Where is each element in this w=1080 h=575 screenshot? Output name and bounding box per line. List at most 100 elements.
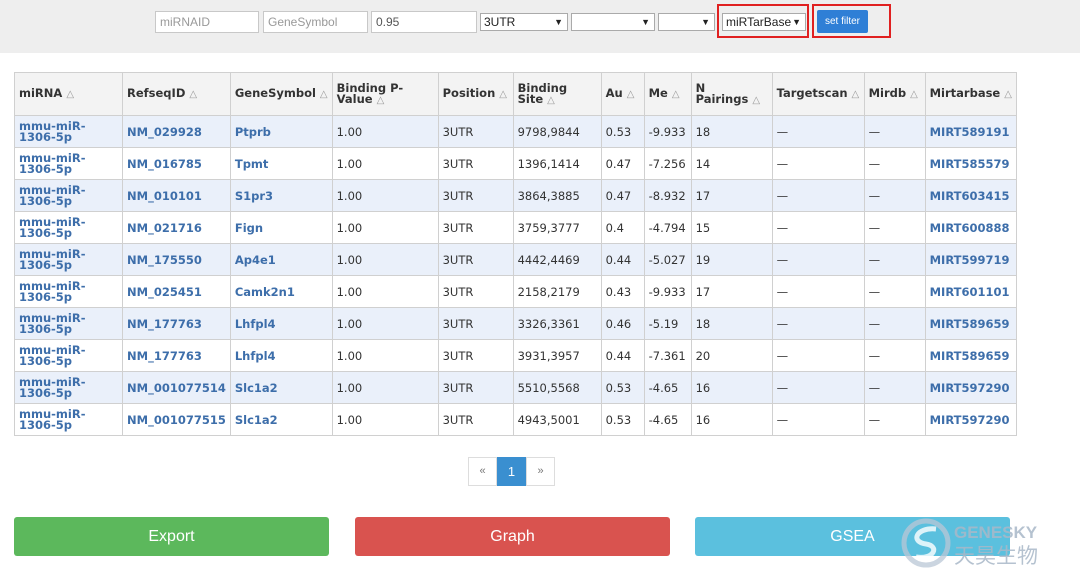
refseq-id-link[interactable]: NM_175550 [127, 253, 202, 267]
sort-icon[interactable]: △ [672, 89, 680, 100]
mirna-link[interactable]: mmu-miR-1306-5p [19, 152, 118, 175]
column-header[interactable]: Binding Site △ [512, 72, 602, 116]
mirtarbase-link[interactable]: MIRT599719 [930, 253, 1010, 267]
refseq-id-link[interactable]: NM_177763 [127, 317, 202, 331]
n-pairings-value: 20 [695, 348, 711, 363]
cell-binding-site: 3326,3361 [512, 307, 602, 340]
cell-binding-pvalue: 1.00 [331, 371, 439, 404]
mirna-link[interactable]: mmu-miR-1306-5p [19, 408, 118, 431]
gene-symbol-link[interactable]: Slc1a2 [235, 381, 278, 395]
pvalue-input[interactable]: 0.95 [371, 11, 477, 33]
sort-icon[interactable]: △ [627, 89, 635, 100]
sort-icon[interactable]: △ [66, 89, 74, 100]
cell-me: -5.19 [643, 307, 692, 340]
me-value: -8.932 [648, 188, 686, 203]
cell-targetscan: — [771, 115, 865, 148]
mirtarbase-link[interactable]: MIRT603415 [930, 189, 1010, 203]
column-header[interactable]: Position △ [437, 72, 514, 116]
column-header[interactable]: Mirtarbase △ [924, 72, 1017, 116]
sort-icon[interactable]: △ [499, 89, 507, 100]
refseq-id-link[interactable]: NM_025451 [127, 285, 202, 299]
cell-au: 0.44 [600, 243, 645, 276]
refseq-id-link[interactable]: NM_010101 [127, 189, 202, 203]
mirna-id-input[interactable]: miRNAID [155, 11, 259, 33]
mirtarbase-link[interactable]: MIRT600888 [930, 221, 1010, 235]
column-header[interactable]: Binding P-Value △ [331, 72, 439, 116]
highlight-box-database [717, 4, 809, 38]
filter-select-3[interactable]: ▼ [658, 13, 715, 31]
cell-n-pairings: 19 [690, 243, 773, 276]
cell-binding-pvalue: 1.00 [331, 147, 439, 180]
refseq-id-link[interactable]: NM_001077514 [127, 381, 226, 395]
cell-position: 3UTR [437, 211, 514, 244]
mirtarbase-link[interactable]: MIRT597290 [930, 413, 1010, 427]
mirna-link[interactable]: mmu-miR-1306-5p [19, 120, 118, 143]
gene-symbol-link[interactable]: Slc1a2 [235, 413, 278, 427]
cell-me: -7.256 [643, 147, 692, 180]
gene-symbol-link[interactable]: Ptprb [235, 125, 271, 139]
cell-mirdb: — [863, 307, 926, 340]
column-header[interactable]: GeneSymbol △ [229, 72, 333, 116]
mirtarbase-link[interactable]: MIRT601101 [930, 285, 1010, 299]
column-header[interactable]: N Pairings △ [690, 72, 773, 116]
n-pairings-value: 15 [695, 220, 711, 235]
mirtarbase-link[interactable]: MIRT589659 [930, 317, 1010, 331]
mirtarbase-link[interactable]: MIRT589191 [930, 125, 1010, 139]
refseq-id-link[interactable]: NM_016785 [127, 157, 202, 171]
gene-symbol-link[interactable]: Camk2n1 [235, 285, 295, 299]
mirtarbase-link[interactable]: MIRT597290 [930, 381, 1010, 395]
filter-select-2[interactable]: ▼ [571, 13, 655, 31]
export-button[interactable]: Export [14, 517, 329, 556]
mirtarbase-link[interactable]: MIRT585579 [930, 157, 1010, 171]
binding-pvalue-value: 1.00 [336, 124, 363, 139]
refseq-id-link[interactable]: NM_177763 [127, 349, 202, 363]
gene-symbol-input[interactable]: GeneSymbol [263, 11, 368, 33]
mirna-link[interactable]: mmu-miR-1306-5p [19, 344, 118, 367]
column-header[interactable]: Me △ [643, 72, 692, 116]
sort-icon[interactable]: △ [320, 89, 328, 100]
gene-symbol-link[interactable]: S1pr3 [235, 189, 273, 203]
sort-icon[interactable]: △ [377, 95, 385, 106]
mirna-link[interactable]: mmu-miR-1306-5p [19, 248, 118, 271]
mirna-link[interactable]: mmu-miR-1306-5p [19, 280, 118, 303]
table-body: mmu-miR-1306-5p NM_029928 Ptprb 1.00 3UTR 979… [14, 115, 1017, 436]
mirna-link[interactable]: mmu-miR-1306-5p [19, 216, 118, 239]
cell-mirna: mmu-miR-1306-5p [14, 339, 123, 372]
mirna-link[interactable]: mmu-miR-1306-5p [19, 312, 118, 335]
filter-bar: miRNAID GeneSymbol 0.95 3UTR ▼ ▼ ▼ miRTar… [0, 0, 1080, 53]
mirdb-value: — [868, 284, 881, 299]
targetscan-value: — [776, 252, 789, 267]
sort-icon[interactable]: △ [852, 89, 860, 100]
cell-mirtarbase: MIRT597290 [924, 371, 1017, 404]
gene-symbol-link[interactable]: Lhfpl4 [235, 317, 276, 331]
page-next-button[interactable]: » [526, 457, 555, 486]
mirna-link[interactable]: mmu-miR-1306-5p [19, 376, 118, 399]
column-header[interactable]: miRNA △ [14, 72, 123, 116]
sort-icon[interactable]: △ [752, 95, 760, 106]
mirtarbase-link[interactable]: MIRT589659 [930, 349, 1010, 363]
refseq-id-link[interactable]: NM_029928 [127, 125, 202, 139]
gene-symbol-link[interactable]: Tpmt [235, 157, 269, 171]
graph-button[interactable]: Graph [355, 517, 670, 556]
sort-icon[interactable]: △ [547, 95, 555, 106]
cell-binding-pvalue: 1.00 [331, 179, 439, 212]
gene-symbol-link[interactable]: Ap4e1 [235, 253, 276, 267]
sort-icon[interactable]: △ [189, 89, 197, 100]
gene-symbol-link[interactable]: Lhfpl4 [235, 349, 276, 363]
page-1-button[interactable]: 1 [497, 457, 526, 486]
page-prev-button[interactable]: « [468, 457, 497, 486]
refseq-id-link[interactable]: NM_001077515 [127, 413, 226, 427]
n-pairings-value: 16 [695, 412, 711, 427]
gene-symbol-link[interactable]: Fign [235, 221, 263, 235]
sort-icon[interactable]: △ [1004, 89, 1012, 100]
cell-binding-pvalue: 1.00 [331, 403, 439, 436]
column-header[interactable]: Targetscan △ [771, 72, 865, 116]
column-header[interactable]: Au △ [600, 72, 645, 116]
refseq-id-link[interactable]: NM_021716 [127, 221, 202, 235]
sort-icon[interactable]: △ [910, 89, 918, 100]
position-select[interactable]: 3UTR ▼ [480, 13, 568, 31]
column-header[interactable]: Mirdb △ [863, 72, 926, 116]
mirna-link[interactable]: mmu-miR-1306-5p [19, 184, 118, 207]
cell-position: 3UTR [437, 371, 514, 404]
column-header[interactable]: RefseqID △ [122, 72, 231, 116]
